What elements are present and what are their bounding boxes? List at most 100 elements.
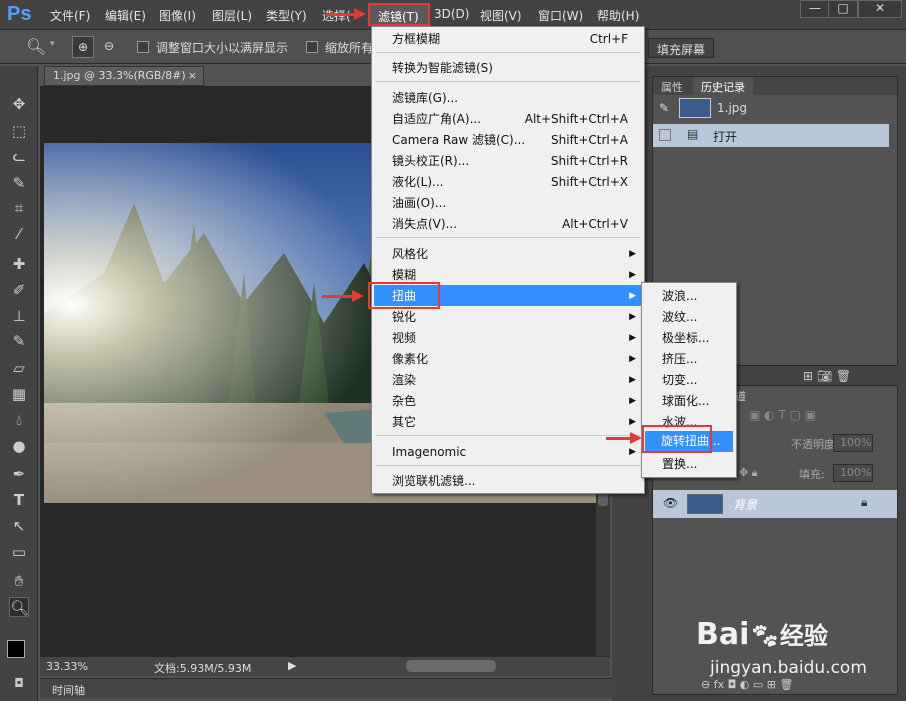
menu-item-vanishing-point[interactable]: 消失点(V)... Alt+Ctrl+V <box>392 214 628 234</box>
submenu-item-pinch[interactable]: 挤压... <box>662 349 697 369</box>
menu-item-adaptive-wide-angle[interactable]: 自适应广角(A)... Alt+Shift+Ctrl+A <box>392 109 628 129</box>
menu-layer[interactable]: 图层(L) <box>212 7 252 24</box>
menu-item-other[interactable]: 其它 ▶ <box>392 412 636 432</box>
layer-thumbnail <box>687 494 723 514</box>
tab-history[interactable]: 历史记录 <box>693 77 753 95</box>
shape-tool-icon[interactable]: ▭ <box>9 542 29 562</box>
menu-item-lens-correction[interactable]: 镜头校正(R)... Shift+Ctrl+R <box>392 151 628 171</box>
snapshot-thumbnail[interactable] <box>679 98 711 118</box>
minimize-button[interactable]: — <box>800 0 830 18</box>
submenu-item-polar[interactable]: 极坐标... <box>662 328 709 348</box>
zoom-all-checkbox[interactable] <box>306 41 318 53</box>
lock-icons[interactable]: ✥ 🔒︎ <box>739 466 758 480</box>
history-entry[interactable]: ▤ 打开 <box>653 124 889 147</box>
eraser-tool-icon[interactable]: ▱ <box>9 358 29 378</box>
opacity-field[interactable]: 100% <box>833 434 873 452</box>
gradient-tool-icon[interactable]: ▦ <box>9 384 29 404</box>
resize-window-checkbox[interactable] <box>137 41 149 53</box>
menu-image[interactable]: 图像(I) <box>159 7 196 24</box>
menu-item-camera-raw[interactable]: Camera Raw 滤镜(C)... Shift+Ctrl+A <box>392 130 628 150</box>
menu-separator <box>376 237 640 238</box>
eyedropper-tool-icon[interactable]: ⁄ <box>9 224 29 244</box>
crop-tool-icon[interactable]: ⌗ <box>9 198 29 218</box>
opacity-label: 不透明度: <box>791 438 839 451</box>
close-tab-icon[interactable]: × <box>188 69 197 82</box>
snapshot-name[interactable]: 1.jpg <box>717 101 747 115</box>
path-select-icon[interactable]: ↖ <box>9 516 29 536</box>
marquee-tool-icon[interactable]: ⬚ <box>9 121 29 141</box>
hand-tool-icon[interactable]: ✋︎ <box>9 571 29 591</box>
layer-actions-icons[interactable]: ⊖ fx ◘ ◐ ▭ ⊞ 🗑︎ <box>701 678 793 691</box>
layer-filter-icons[interactable]: ▣ ◐ T ▢ ▣ <box>749 408 816 422</box>
menu-help[interactable]: 帮助(H) <box>597 7 639 24</box>
tab-properties[interactable]: 属性 <box>653 77 691 95</box>
menu-item-imagenomic[interactable]: Imagenomic ▶ <box>392 442 636 462</box>
menu-window[interactable]: 窗口(W) <box>538 7 583 24</box>
visibility-eye-icon[interactable]: 👁︎ <box>663 496 678 510</box>
menu-item-video[interactable]: 视频 ▶ <box>392 328 636 348</box>
menu-item-pixelate[interactable]: 像素化 ▶ <box>392 349 636 369</box>
submenu-item-shear[interactable]: 切变... <box>662 370 697 390</box>
menu-item-filter-gallery[interactable]: 滤镜库(G)... <box>392 88 628 108</box>
menu-view[interactable]: 视图(V) <box>480 7 522 24</box>
tool-preset-chevron-icon[interactable]: ▾ <box>50 39 55 49</box>
new-snapshot-icon[interactable]: ⊞ 📷︎ 🗑︎ <box>803 369 851 383</box>
fill-screen-button[interactable]: 填充屏幕 <box>648 38 715 58</box>
clone-stamp-icon[interactable]: ⊥ <box>9 306 29 326</box>
type-tool-icon[interactable]: T <box>9 490 29 510</box>
twirl-highlight-box <box>642 425 712 453</box>
healing-brush-icon[interactable]: ✚ <box>9 254 29 274</box>
lock-icon: 🔒︎ <box>861 495 868 509</box>
horizontal-scroll-thumb[interactable] <box>406 660 496 672</box>
menu-3d[interactable]: 3D(D) <box>434 7 469 21</box>
submenu-item-ripple[interactable]: 波纹... <box>662 307 697 327</box>
submenu-item-spherize[interactable]: 球面化... <box>662 391 709 411</box>
pen-tool-icon[interactable]: ✒ <box>9 464 29 484</box>
brush-tool-icon[interactable]: ✐ <box>9 280 29 300</box>
document-tab[interactable]: 1.jpg @ 33.3%(RGB/8#) × <box>44 66 204 86</box>
menu-item-sharpen[interactable]: 锐化 ▶ <box>392 307 636 327</box>
dodge-tool-icon[interactable]: ● <box>9 436 29 456</box>
history-checkbox[interactable] <box>659 129 671 141</box>
foreground-color-swatch[interactable] <box>7 640 25 658</box>
menu-filter[interactable]: 滤镜(T) <box>368 3 430 26</box>
lasso-tool-icon[interactable]: ᓚ <box>9 146 29 166</box>
menu-file[interactable]: 文件(F) <box>50 7 90 24</box>
zoom-tool-icon[interactable]: 🔍︎ <box>9 597 29 617</box>
history-entry-label: 打开 <box>713 130 738 144</box>
blur-tool-icon[interactable]: 💧︎ <box>9 410 29 430</box>
quick-select-tool-icon[interactable]: ✎ <box>9 173 29 193</box>
submenu-item-wave[interactable]: 波浪... <box>662 286 697 306</box>
history-brush-icon[interactable]: ✎ <box>9 331 29 351</box>
snapshot-brush-icon[interactable]: ✎ <box>659 101 669 115</box>
maximize-button[interactable]: □ <box>828 0 858 18</box>
layer-row[interactable]: 👁︎ 背景 🔒︎ <box>653 490 897 518</box>
resize-window-label: 调整窗口大小以满屏显示 <box>156 41 289 55</box>
menu-type[interactable]: 类型(Y) <box>266 7 307 24</box>
menu-item-convert-smart[interactable]: 转换为智能滤镜(S) <box>392 58 628 78</box>
menu-item-browse-online[interactable]: 浏览联机滤镜... <box>392 471 628 491</box>
menu-item-noise[interactable]: 杂色 ▶ <box>392 391 636 411</box>
zoom-out-icon[interactable]: ⊖ <box>98 36 120 58</box>
status-arrow-icon[interactable]: ▶ <box>288 659 296 672</box>
zoom-all-label: 缩放所有 <box>325 41 374 55</box>
zoom-in-icon[interactable]: ⊕ <box>72 36 94 58</box>
menu-item-oil-paint[interactable]: 油画(O)... <box>392 193 628 213</box>
menu-edit[interactable]: 编辑(E) <box>105 7 146 24</box>
fill-field[interactable]: 100% <box>833 464 873 482</box>
zoom-tool-icon: 🔍︎ <box>26 37 47 56</box>
menu-item-box-blur[interactable]: 方框模糊 Ctrl+F <box>392 29 628 49</box>
menu-item-liquify[interactable]: 液化(L)... Shift+Ctrl+X <box>392 172 628 192</box>
layer-name[interactable]: 背景 <box>733 496 757 513</box>
zoom-level[interactable]: 33.33% <box>46 660 88 673</box>
menu-item-render[interactable]: 渲染 ▶ <box>392 370 636 390</box>
distort-highlight-box <box>368 282 440 309</box>
submenu-arrow-icon: ▶ <box>629 375 636 385</box>
timeline-label[interactable]: 时间轴 <box>52 682 85 698</box>
submenu-arrow-icon: ▶ <box>629 270 636 280</box>
submenu-item-displace[interactable]: 置换... <box>662 454 697 474</box>
close-button[interactable]: ✕ <box>858 0 902 18</box>
move-tool-icon[interactable]: ✥ <box>9 94 29 114</box>
quick-mask-icon[interactable]: ◘ <box>9 673 29 693</box>
menu-item-stylize[interactable]: 风格化 ▶ <box>392 244 636 264</box>
